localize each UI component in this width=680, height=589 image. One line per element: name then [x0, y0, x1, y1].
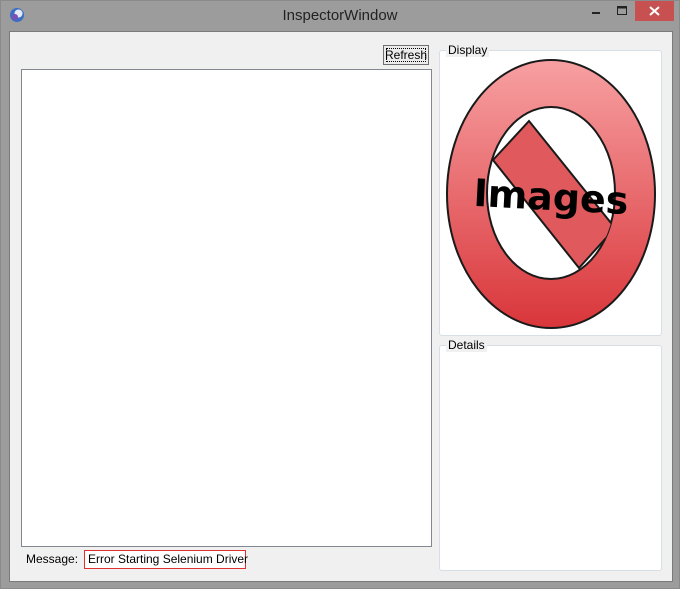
window-title: InspectorWindow — [282, 7, 398, 24]
maximize-icon — [617, 6, 627, 15]
inspector-window: InspectorWindow Refresh Message: Error S… — [0, 0, 680, 589]
close-button[interactable] — [635, 1, 674, 21]
title-bar[interactable]: InspectorWindow — [1, 1, 679, 30]
maximize-button[interactable] — [609, 1, 635, 21]
details-group: Details — [439, 339, 662, 571]
close-icon — [649, 6, 660, 16]
minimize-button[interactable] — [583, 1, 609, 21]
refresh-button[interactable]: Refresh — [383, 45, 429, 65]
message-label: Message: — [26, 552, 79, 566]
display-group: Display Images — [439, 44, 662, 336]
details-group-label: Details — [446, 338, 487, 352]
minimize-icon — [592, 12, 600, 14]
display-group-label: Display — [446, 43, 490, 57]
no-images-icon: Images — [446, 59, 656, 329]
element-tree-view[interactable] — [21, 69, 432, 547]
no-images-text: Images — [473, 171, 630, 223]
client-area: Refresh Message: Error Starting Selenium… — [9, 31, 673, 582]
message-value: Error Starting Selenium Driver — [84, 550, 248, 569]
